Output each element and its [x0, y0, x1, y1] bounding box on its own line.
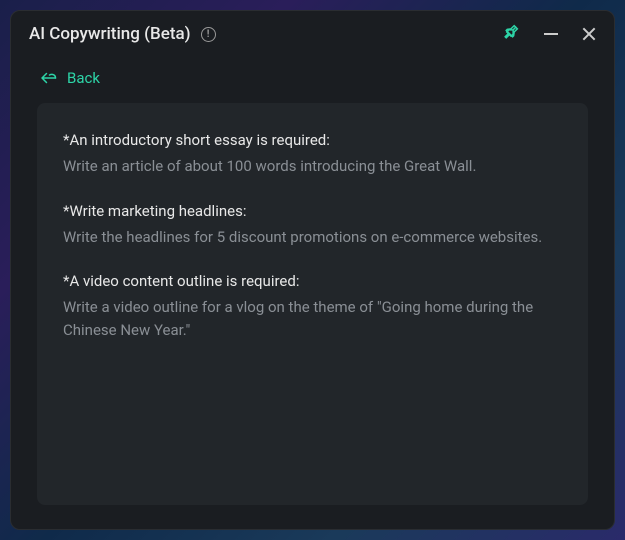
example-desc: Write the headlines for 5 discount promo… [63, 226, 562, 249]
examples-card: *An introductory short essay is required… [37, 103, 588, 505]
close-icon[interactable] [582, 27, 596, 41]
pin-icon[interactable] [502, 23, 520, 45]
example-title: *An introductory short essay is required… [63, 131, 562, 149]
example-title: *A video content outline is required: [63, 272, 562, 290]
minimize-icon[interactable] [544, 33, 558, 35]
example-item: *A video content outline is required: Wr… [63, 272, 562, 341]
example-item: *Write marketing headlines: Write the he… [63, 202, 562, 249]
info-icon[interactable]: ! [201, 27, 216, 42]
example-item: *An introductory short essay is required… [63, 131, 562, 178]
example-desc: Write an article of about 100 words intr… [63, 155, 562, 178]
window-title: AI Copywriting (Beta) [29, 24, 191, 44]
back-arrow-icon [39, 71, 57, 85]
back-label: Back [67, 69, 100, 87]
titlebar: AI Copywriting (Beta) ! [11, 11, 614, 57]
example-title: *Write marketing headlines: [63, 202, 562, 220]
app-window: AI Copywriting (Beta) ! Back *An introdu… [10, 10, 615, 530]
back-button[interactable]: Back [11, 57, 614, 103]
example-desc: Write a video outline for a vlog on the … [63, 296, 562, 341]
window-controls [502, 23, 596, 45]
